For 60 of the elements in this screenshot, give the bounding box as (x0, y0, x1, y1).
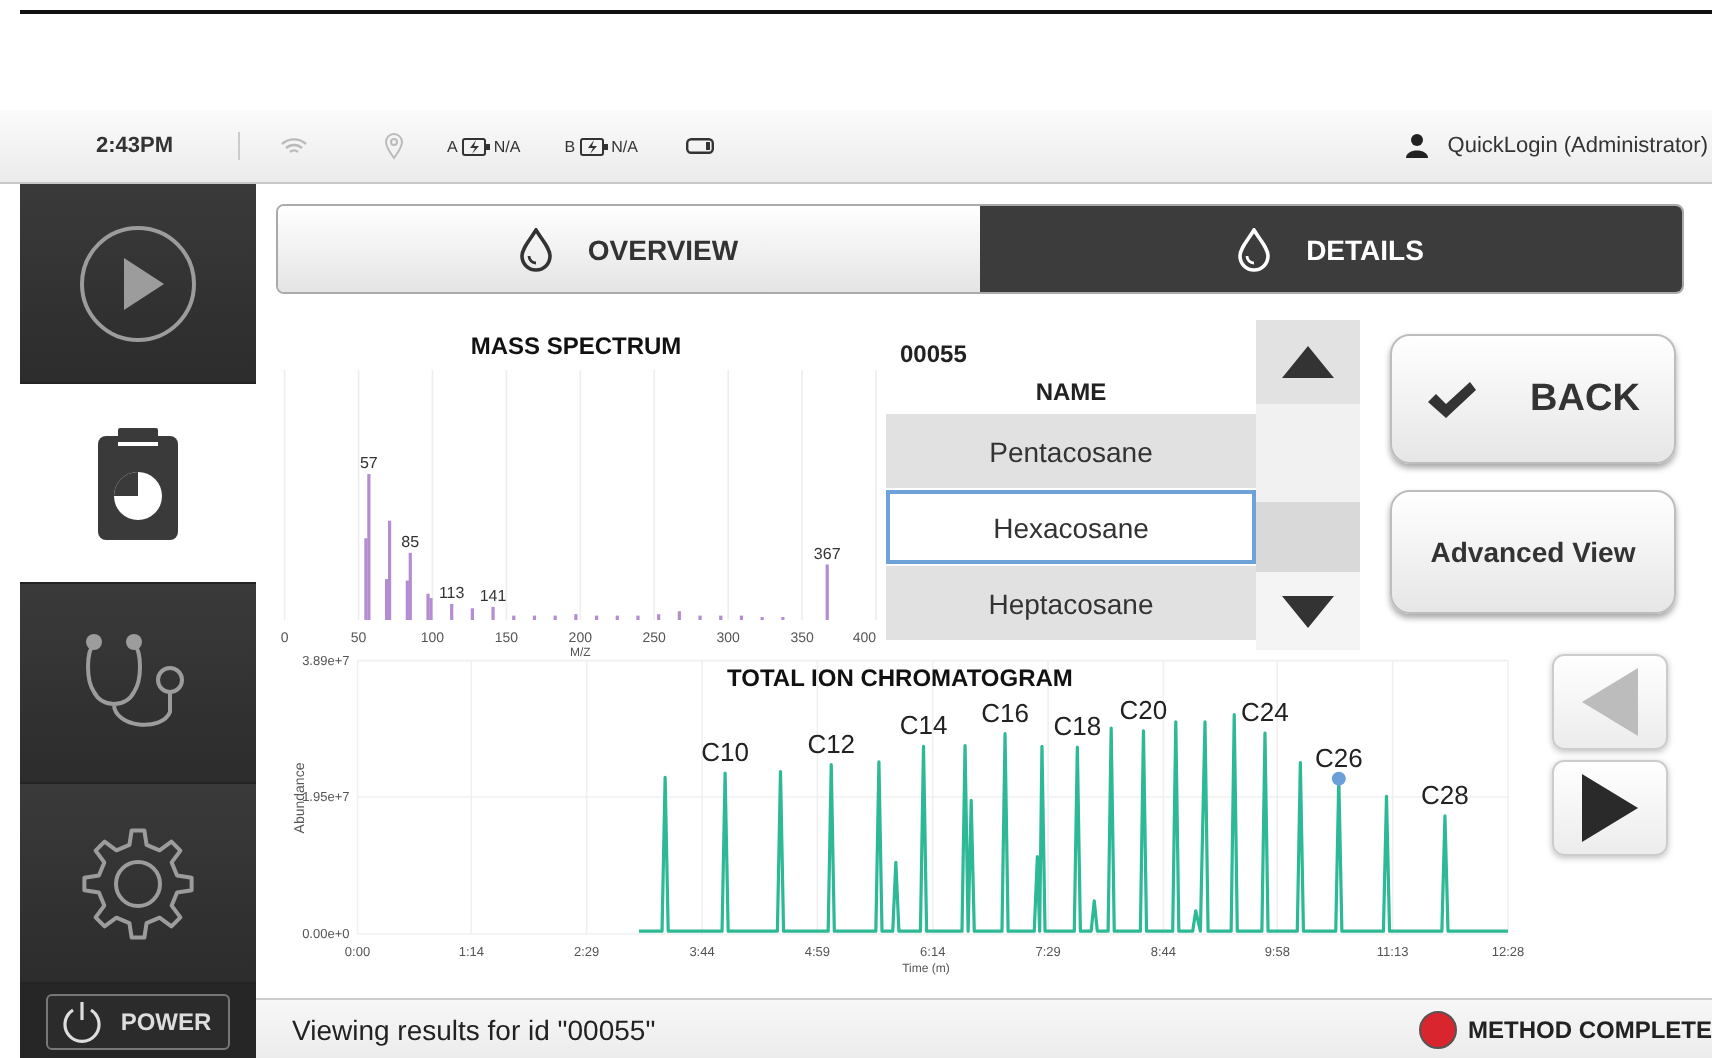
clock-time: 2:43PM (96, 134, 174, 158)
sidebar-item[interactable] (20, 784, 256, 984)
settings-icon (80, 825, 196, 941)
compound-row[interactable]: Heptacosane (886, 566, 1256, 640)
peak-label: 85 (401, 532, 420, 551)
column-header: NAME (1033, 376, 1109, 410)
location-pin-icon (383, 132, 404, 160)
chart-title: MASS SPECTRUM (470, 332, 682, 360)
card-icon (685, 138, 714, 154)
right-triangle-icon (1582, 774, 1638, 842)
chart-title: TOTAL ION CHROMATOGRAM (727, 664, 1073, 692)
scroll-thumb[interactable] (1256, 502, 1360, 572)
clipboard-chart-icon (98, 427, 178, 539)
sidebar-item[interactable] (20, 584, 256, 784)
tab[interactable]: DETAILS (980, 206, 1682, 292)
peak-label: C26 (1314, 742, 1363, 773)
selected-peak-marker (1331, 771, 1346, 786)
battery-reading: N/A (611, 137, 638, 155)
advanced-view-button[interactable]: Advanced View (1390, 490, 1676, 614)
status-message: Viewing results for id "00055" (292, 1013, 656, 1045)
peak-label: C16 (981, 697, 1029, 728)
peak-label: 367 (813, 544, 841, 563)
droplet-icon (519, 227, 552, 271)
battery-slot-label: B (564, 137, 576, 155)
peak-label: C28 (1421, 779, 1469, 810)
battery-slot-label: A (447, 137, 458, 155)
peak-label: 113 (438, 583, 465, 602)
peak-label: 141 (479, 586, 507, 605)
peak-label: C12 (807, 728, 856, 759)
up-triangle-icon (1282, 346, 1334, 378)
play-icon (78, 223, 198, 343)
down-triangle-icon (1282, 595, 1334, 627)
droplet-icon (1238, 227, 1271, 271)
peak-label: C20 (1119, 694, 1168, 725)
scroll-down-button[interactable] (1256, 572, 1360, 650)
left-triangle-icon (1582, 668, 1638, 736)
battery-reading: N/A (493, 137, 521, 155)
next-button[interactable] (1552, 760, 1668, 856)
compound-row[interactable]: Hexacosane (886, 490, 1256, 564)
charging-battery-icon (461, 137, 490, 155)
charging-battery-icon (579, 137, 608, 155)
sidebar-item[interactable] (20, 184, 256, 384)
peak-label: C24 (1241, 697, 1289, 727)
peak-label: C10 (701, 737, 749, 768)
sample-id: 00055 (898, 338, 969, 372)
power-icon (60, 999, 105, 1043)
wifi-icon (279, 136, 308, 156)
back-button[interactable]: BACK (1390, 334, 1676, 464)
check-icon (1426, 379, 1479, 419)
scroll-up-button[interactable] (1256, 320, 1360, 404)
peak-label: 57 (359, 454, 378, 472)
compound-row[interactable]: Pentacosane (886, 414, 1256, 488)
tab[interactable]: OVERVIEW (278, 206, 980, 292)
user-icon (1405, 134, 1428, 158)
peak-label: C18 (1053, 711, 1102, 742)
power-button[interactable]: POWER (46, 993, 230, 1049)
user-name: QuickLogin (Administrator) (1447, 134, 1708, 158)
method-status: METHOD COMPLETE (1468, 1015, 1712, 1043)
status-light-icon (1418, 1009, 1458, 1049)
peak-label: C14 (899, 710, 948, 741)
